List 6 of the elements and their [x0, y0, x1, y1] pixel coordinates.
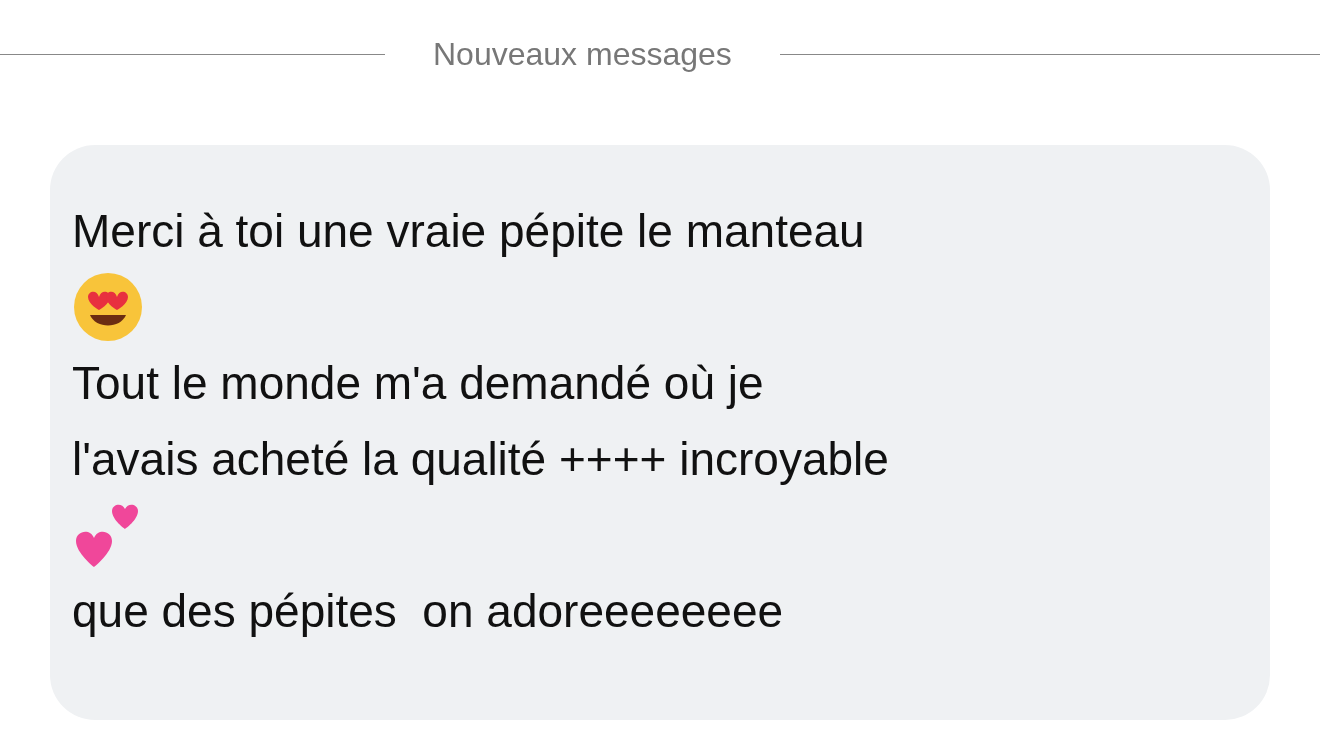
message-text: l'avais acheté la qualité ++++ incroyable — [72, 432, 889, 487]
message-text: que des pépites on adoreeeeeeee — [72, 584, 784, 639]
heart-eyes-face-icon — [72, 271, 144, 343]
message-text: Tout le monde m'a demandé où je — [72, 356, 764, 411]
divider-label: Nouveaux messages — [433, 38, 732, 70]
message-text: Merci à toi une vraie pépite le manteau — [72, 204, 865, 259]
